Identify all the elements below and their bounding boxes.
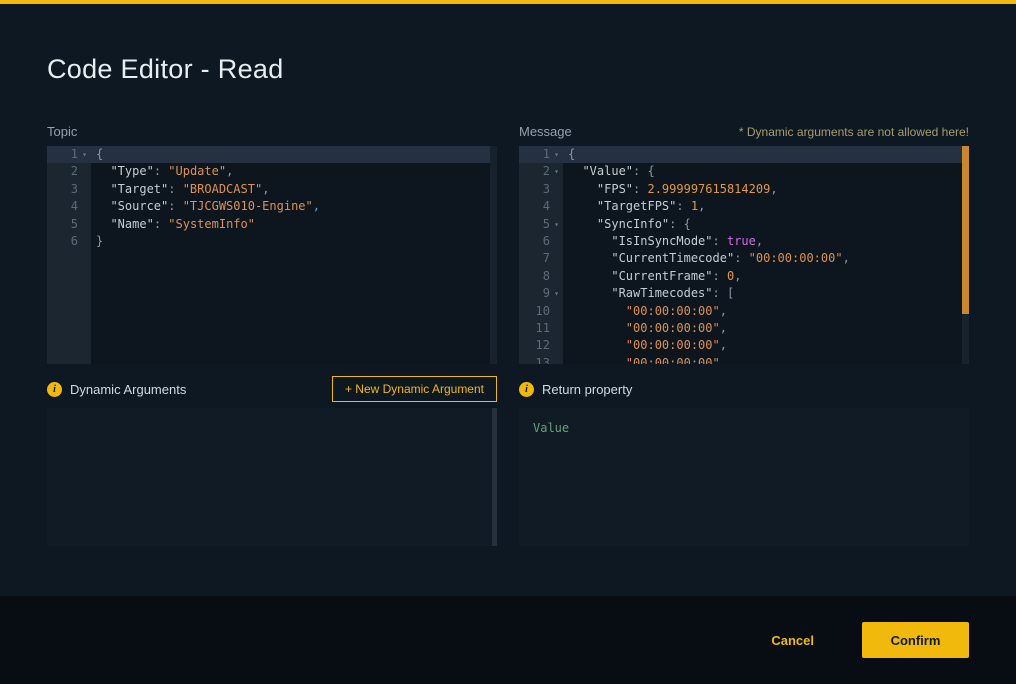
message-section: Message * Dynamic arguments are not allo… xyxy=(519,121,969,364)
line-number[interactable]: 4 xyxy=(519,198,563,215)
fold-arrow-icon[interactable]: ▾ xyxy=(550,216,563,233)
code-line[interactable]: 3 "FPS": 2.999997615814209, xyxy=(519,181,969,198)
return-property-section: i Return property Value xyxy=(519,376,969,546)
message-code-lines: 1▾{2▾ "Value": {3 "FPS": 2.9999976158142… xyxy=(519,146,969,364)
message-code-editor[interactable]: 1▾{2▾ "Value": {3 "FPS": 2.9999976158142… xyxy=(519,146,969,364)
message-scrollbar-track[interactable] xyxy=(962,146,969,364)
fold-arrow-icon[interactable]: ▾ xyxy=(78,146,91,163)
line-number[interactable]: 10 xyxy=(519,303,563,320)
line-number[interactable]: 13 xyxy=(519,355,563,364)
code-line[interactable]: 1▾{ xyxy=(519,146,969,163)
code-line[interactable]: 2▾ "Value": { xyxy=(519,163,969,180)
code-line[interactable]: 10 "00:00:00:00", xyxy=(519,303,969,320)
code-line[interactable]: 8 "CurrentFrame": 0, xyxy=(519,268,969,285)
confirm-button[interactable]: Confirm xyxy=(862,622,969,658)
info-icon[interactable]: i xyxy=(47,382,62,397)
line-number[interactable]: 1▾ xyxy=(47,146,91,163)
code-line[interactable]: 5 "Name": "SystemInfo" xyxy=(47,216,497,233)
fold-arrow-icon[interactable]: ▾ xyxy=(550,285,563,302)
code-line[interactable]: 6} xyxy=(47,233,497,250)
code-line[interactable]: 5▾ "SyncInfo": { xyxy=(519,216,969,233)
code-line[interactable]: 4 "TargetFPS": 1, xyxy=(519,198,969,215)
topic-code-editor[interactable]: 1▾{2 "Type": "Update",3 "Target": "BROAD… xyxy=(47,146,497,364)
topic-section: Topic 1▾{2 "Type": "Update",3 "Target": … xyxy=(47,121,497,364)
return-property-label: Return property xyxy=(542,382,632,397)
line-number[interactable]: 6 xyxy=(47,233,91,250)
line-number[interactable]: 2 xyxy=(47,163,91,180)
line-number[interactable]: 11 xyxy=(519,320,563,337)
code-line[interactable]: 4 "Source": "TJCGWS010-Engine", xyxy=(47,198,497,215)
new-dynamic-argument-button[interactable]: + New Dynamic Argument xyxy=(332,376,497,402)
line-number[interactable]: 3 xyxy=(47,181,91,198)
line-number[interactable]: 7 xyxy=(519,250,563,267)
code-line[interactable]: 2 "Type": "Update", xyxy=(47,163,497,180)
line-number[interactable]: 5▾ xyxy=(519,216,563,233)
topic-scrollbar-track[interactable] xyxy=(490,146,497,364)
dynamic-arguments-scrollbar-track[interactable] xyxy=(492,408,497,546)
message-label: Message xyxy=(519,124,572,139)
code-line[interactable]: 9▾ "RawTimecodes": [ xyxy=(519,285,969,302)
code-line[interactable]: 11 "00:00:00:00", xyxy=(519,320,969,337)
line-number[interactable]: 8 xyxy=(519,268,563,285)
dynamic-arguments-label: Dynamic Arguments xyxy=(70,382,186,397)
code-line[interactable]: 6 "IsInSyncMode": true, xyxy=(519,233,969,250)
dynamic-arguments-section: i Dynamic Arguments + New Dynamic Argume… xyxy=(47,376,497,546)
code-line[interactable]: 7 "CurrentTimecode": "00:00:00:00", xyxy=(519,250,969,267)
line-number[interactable]: 9▾ xyxy=(519,285,563,302)
dialog-footer: Cancel Confirm xyxy=(0,596,1016,684)
line-number[interactable]: 12 xyxy=(519,337,563,354)
return-property-input[interactable]: Value xyxy=(519,408,969,546)
line-number[interactable]: 2▾ xyxy=(519,163,563,180)
fold-arrow-icon[interactable]: ▾ xyxy=(550,146,563,163)
line-number[interactable]: 3 xyxy=(519,181,563,198)
dynamic-arguments-panel xyxy=(47,408,497,546)
message-note: * Dynamic arguments are not allowed here… xyxy=(739,125,969,139)
return-property-value[interactable]: Value xyxy=(519,408,969,448)
message-scrollbar-thumb[interactable] xyxy=(962,146,969,314)
line-number[interactable]: 6 xyxy=(519,233,563,250)
page-title: Code Editor - Read xyxy=(47,54,969,85)
topic-code-lines: 1▾{2 "Type": "Update",3 "Target": "BROAD… xyxy=(47,146,497,250)
line-number[interactable]: 4 xyxy=(47,198,91,215)
fold-arrow-icon[interactable]: ▾ xyxy=(550,163,563,180)
line-number[interactable]: 5 xyxy=(47,216,91,233)
topic-label: Topic xyxy=(47,124,77,139)
line-number[interactable]: 1▾ xyxy=(519,146,563,163)
code-line[interactable]: 13 "00:00:00:00" xyxy=(519,355,969,364)
code-line[interactable]: 1▾{ xyxy=(47,146,497,163)
dialog-content: Code Editor - Read Topic 1▾{2 "Type": "U… xyxy=(0,54,1016,546)
code-line[interactable]: 3 "Target": "BROADCAST", xyxy=(47,181,497,198)
code-line[interactable]: 12 "00:00:00:00", xyxy=(519,337,969,354)
accent-bar xyxy=(0,0,1016,4)
info-icon[interactable]: i xyxy=(519,382,534,397)
cancel-button[interactable]: Cancel xyxy=(771,633,814,648)
